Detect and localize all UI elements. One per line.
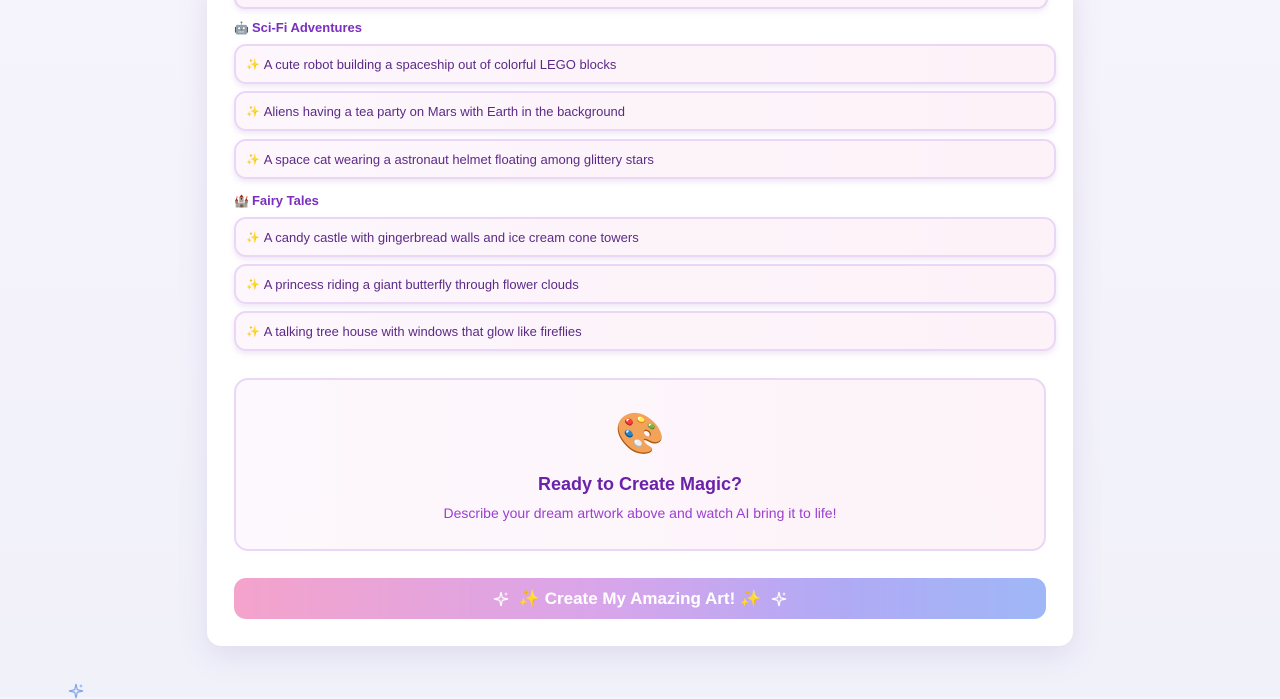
category-title-fairy-tales: 🏰 Fairy Tales [234,191,319,211]
prompt-text: A princess riding a giant butterfly thro… [263,276,579,292]
prompt-card[interactable]: ✨ A princess riding a giant butterfly th… [234,264,1056,304]
palette-icon: 🎨 [615,412,665,456]
sparkles-icon: ✨ [246,153,260,166]
sparkles-icon [493,591,508,606]
ready-panel: 🎨 Ready to Create Magic? Describe your d… [234,378,1046,551]
prompt-text: A cute robot building a spaceship out of… [263,56,617,72]
sparkles-icon: ✨ [246,105,260,118]
ready-title: Ready to Create Magic? [537,474,743,494]
prompt-text: Aliens having a tea party on Mars with E… [263,103,626,119]
prompt-card[interactable]: ✨ A candy castle with gingerbread walls … [234,217,1056,257]
prompt-text: A talking tree house with windows that g… [263,323,582,339]
prompt-card-partial[interactable] [234,0,1048,9]
ready-subtitle: Describe your dream artwork above and wa… [443,505,837,521]
castle-icon: 🏰 [234,194,249,208]
sparkles-icon [772,591,787,606]
create-art-button[interactable]: ✨ Create My Amazing Art! ✨ [234,578,1046,619]
category-title-scifi: 🤖 Sci-Fi Adventures [234,18,362,38]
robot-icon: 🤖 [234,21,249,35]
create-art-label: ✨ Create My Amazing Art! ✨ [518,588,762,608]
prompt-text: A space cat wearing a astronaut helmet f… [263,151,654,167]
sparkles-icon: ✨ [246,58,260,71]
prompt-card[interactable]: ✨ A cute robot building a spaceship out … [234,44,1056,84]
prompt-card[interactable]: ✨ Aliens having a tea party on Mars with… [234,91,1056,131]
prompt-card[interactable]: ✨ A talking tree house with windows that… [234,311,1056,351]
sparkles-icon: ✨ [246,278,260,291]
prompt-text: A candy castle with gingerbread walls an… [263,229,639,245]
sparkles-icon: ✨ [246,325,260,338]
prompt-card[interactable]: ✨ A space cat wearing a astronaut helmet… [234,139,1056,179]
category-label: Sci-Fi Adventures [251,20,362,35]
category-label: Fairy Tales [251,193,319,208]
sparkles-icon: ✨ [246,231,260,244]
